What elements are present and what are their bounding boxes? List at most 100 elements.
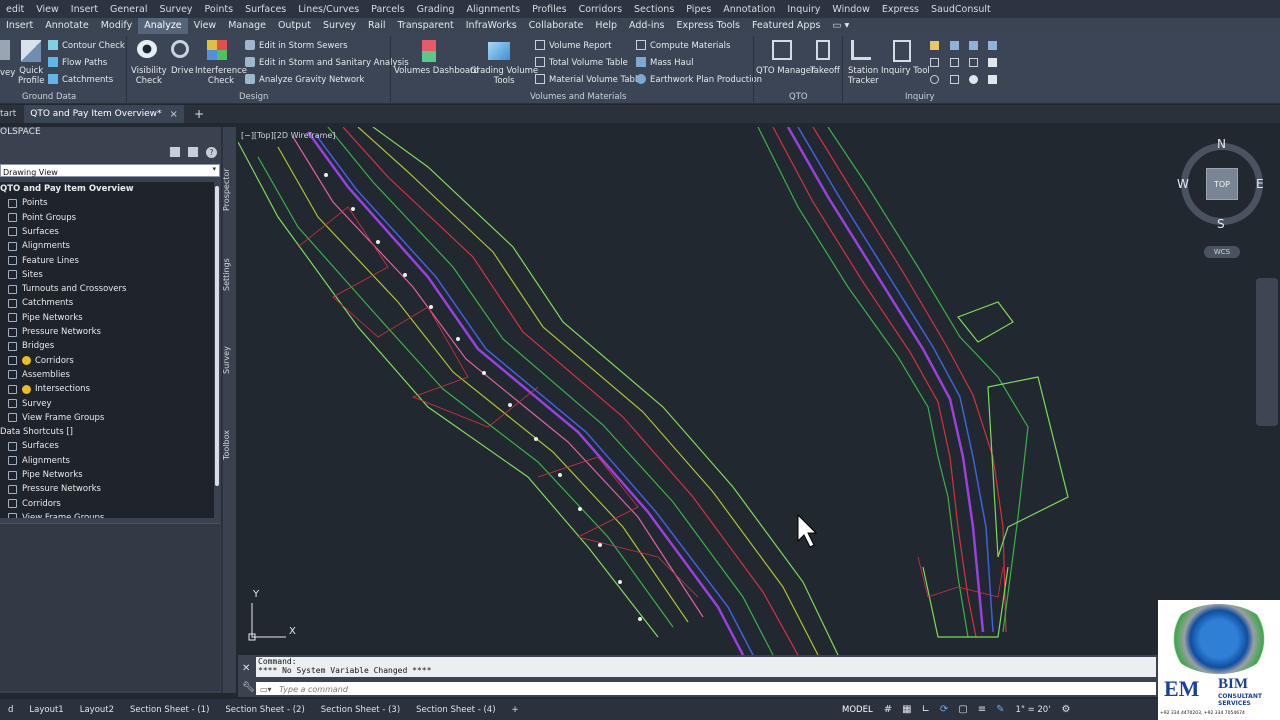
- menu-item-parcels[interactable]: Parcels: [365, 4, 410, 15]
- ribbon-tab-analyze[interactable]: Analyze: [138, 18, 188, 34]
- inquiry-small-icon-5[interactable]: [930, 58, 939, 67]
- volumes-dashboard-icon[interactable]: [422, 40, 436, 62]
- help-icon[interactable]: ?: [206, 147, 217, 158]
- ribbon-tab-featured-apps[interactable]: Featured Apps: [746, 18, 826, 34]
- menu-item-profiles[interactable]: Profiles: [526, 4, 573, 15]
- ribbon-tab-modify[interactable]: Modify: [95, 18, 138, 34]
- qto-manager-icon[interactable]: [772, 40, 792, 60]
- drawing-canvas[interactable]: [238, 127, 1280, 655]
- viewport-label[interactable]: [−][Top][2D Wireframe]: [241, 131, 335, 140]
- edit-storm-sanitary-button[interactable]: Edit in Storm and Sanitary Analysis: [259, 58, 409, 68]
- menu-item-inquiry[interactable]: Inquiry: [781, 4, 826, 15]
- drawing-tab-active[interactable]: QTO and Pay Item Overview* ×: [24, 105, 184, 123]
- menu-item-grading[interactable]: Grading: [411, 4, 461, 15]
- compass-south[interactable]: S: [1217, 217, 1225, 231]
- ribbon-tab-view[interactable]: View: [188, 18, 223, 34]
- menu-item-points[interactable]: Points: [199, 4, 240, 15]
- chevron-down-icon[interactable]: ▾: [212, 165, 216, 173]
- earthwork-plan-production-button[interactable]: Earthwork Plan Production: [650, 75, 762, 85]
- toolspace-option-icon[interactable]: [170, 147, 180, 157]
- interference-check-button[interactable]: Interference Check: [195, 66, 247, 86]
- tree-item[interactable]: Surfaces: [8, 439, 59, 453]
- clock-icon[interactable]: [969, 75, 978, 84]
- menu-item-view[interactable]: View: [30, 4, 65, 15]
- inquiry-small-icon-9[interactable]: [930, 75, 939, 84]
- grid-icon[interactable]: #: [879, 704, 897, 715]
- interference-check-icon[interactable]: [207, 40, 227, 60]
- menu-item-general[interactable]: General: [104, 4, 153, 15]
- tree-item[interactable]: Feature Lines: [8, 254, 79, 268]
- menu-item-saudconsult[interactable]: SaudConsult: [925, 4, 997, 15]
- tree-item[interactable]: QTO and Pay Item Overview: [0, 182, 134, 196]
- compass-east[interactable]: E: [1256, 177, 1264, 191]
- tree-item[interactable]: Corridors: [8, 497, 61, 511]
- compass-west[interactable]: W: [1177, 177, 1189, 191]
- survey-icon[interactable]: [0, 40, 10, 60]
- menu-item-pipes[interactable]: Pipes: [680, 4, 717, 15]
- customize-icon[interactable]: 🔧︎: [242, 682, 255, 693]
- ortho-icon[interactable]: ∟: [917, 704, 935, 715]
- takeoff-button[interactable]: Takeoff: [810, 66, 840, 76]
- ribbon-tab-rail[interactable]: Rail: [362, 18, 392, 34]
- ribbon-tab-survey[interactable]: Survey: [317, 18, 362, 34]
- tree-item[interactable]: Pipe Networks: [8, 468, 83, 482]
- layout-tab[interactable]: d: [0, 705, 21, 715]
- toolspace-item-view-icon[interactable]: [188, 147, 198, 157]
- menu-item-alignments[interactable]: Alignments: [460, 4, 526, 15]
- layout-tab[interactable]: Section Sheet - (4): [408, 705, 503, 715]
- menu-item-lines-curves[interactable]: Lines/Curves: [292, 4, 365, 15]
- design-group-label[interactable]: Design: [239, 92, 268, 102]
- mass-haul-button[interactable]: Mass Haul: [650, 58, 693, 68]
- station-tracker-button[interactable]: Station Tracker: [848, 66, 879, 86]
- snap-icon[interactable]: ▦: [897, 704, 916, 715]
- inquiry-small-icon-3[interactable]: [969, 41, 978, 50]
- start-tab[interactable]: tart: [0, 109, 24, 119]
- inquiry-tool-button[interactable]: Inquiry Tool: [881, 66, 930, 76]
- grading-volume-tools-button[interactable]: Grading Volume Tools: [470, 66, 538, 86]
- viewcube-top-face[interactable]: TOP: [1206, 168, 1238, 200]
- wcs-menu[interactable]: WCS: [1204, 246, 1240, 258]
- drawing-viewport[interactable]: [238, 127, 1280, 655]
- inquiry-small-icon-1[interactable]: [930, 41, 939, 50]
- tree-item[interactable]: Alignments: [8, 454, 70, 468]
- flow-paths-button[interactable]: Flow Paths: [62, 58, 107, 68]
- close-tab-icon[interactable]: ×: [170, 109, 178, 120]
- ribbon-tab-insert[interactable]: Insert: [0, 18, 39, 34]
- ribbon-tab-express-tools[interactable]: Express Tools: [670, 18, 746, 34]
- qto-manager-button[interactable]: QTO Manager: [756, 66, 815, 76]
- tree-item[interactable]: Assemblies: [8, 368, 70, 382]
- tree-item[interactable]: Sites: [8, 268, 43, 282]
- annotation-icon[interactable]: ✎: [991, 704, 1009, 715]
- menu-item-corridors[interactable]: Corridors: [573, 4, 628, 15]
- volumes-dashboard-button[interactable]: Volumes Dashboard: [394, 66, 479, 76]
- tree-item[interactable]: Pressure Networks: [8, 482, 101, 496]
- polar-icon[interactable]: ⟳: [935, 704, 953, 715]
- tab-survey[interactable]: Survey: [222, 340, 236, 380]
- lineweight-icon[interactable]: ≡: [973, 704, 991, 715]
- quick-profile-button[interactable]: Quick Profile: [18, 66, 44, 86]
- layout-tab[interactable]: Layout2: [72, 705, 122, 715]
- layout-tab[interactable]: Layout1: [21, 705, 71, 715]
- ribbon-tab-collaborate[interactable]: Collaborate: [523, 18, 590, 34]
- menu-item-survey[interactable]: Survey: [154, 4, 199, 15]
- tree-item[interactable]: Intersections: [8, 382, 90, 396]
- layout-tab[interactable]: +: [504, 705, 527, 715]
- ribbon-tab-annotate[interactable]: Annotate: [39, 18, 94, 34]
- qto-group-label[interactable]: QTO: [789, 92, 808, 102]
- material-volume-table-button[interactable]: Material Volume Table: [549, 75, 643, 85]
- layout-tab[interactable]: Section Sheet - (3): [313, 705, 408, 715]
- tree-item[interactable]: View Frame Groups: [8, 411, 104, 425]
- grading-volume-icon[interactable]: [488, 42, 510, 60]
- tree-item[interactable]: Point Groups: [8, 211, 76, 225]
- takeoff-icon[interactable]: [816, 40, 830, 60]
- gear-icon[interactable]: ⚙: [1057, 704, 1076, 715]
- tab-prospector[interactable]: Prospector: [222, 160, 236, 220]
- ground-data-group-label[interactable]: Ground Data: [22, 92, 76, 102]
- tree-item[interactable]: Corridors: [8, 354, 74, 368]
- layout-tab[interactable]: Section Sheet - (1): [122, 705, 217, 715]
- view-select[interactable]: Drawing View ▾: [0, 164, 220, 177]
- inquiry-group-label[interactable]: Inquiry: [905, 92, 935, 102]
- calculator-icon[interactable]: [988, 75, 997, 84]
- ribbon-tab-add-ins[interactable]: Add-ins: [623, 18, 670, 34]
- ribbon-tab-help[interactable]: Help: [589, 18, 623, 34]
